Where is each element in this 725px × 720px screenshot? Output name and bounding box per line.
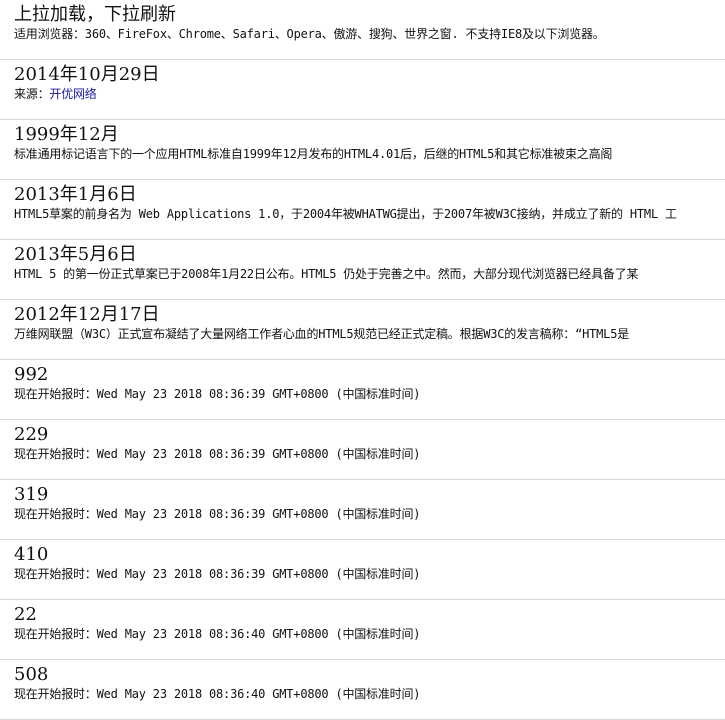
list-item[interactable]: 319 现在开始报时：Wed May 23 2018 08:36:39 GMT+…: [0, 480, 725, 540]
list-item[interactable]: 229 现在开始报时：Wed May 23 2018 08:36:39 GMT+…: [0, 420, 725, 480]
list-item-source: 来源：开优网络: [14, 86, 725, 102]
list-item-title: 2013年5月6日: [14, 244, 137, 265]
list-item-title: 2014年10月29日: [14, 64, 160, 85]
list-item-title: 22: [14, 604, 37, 625]
list-item-title: 992: [14, 364, 49, 385]
list-item-desc: HTML5草案的前身名为 Web Applications 1.0，于2004年…: [14, 207, 677, 221]
list-item[interactable]: 22 现在开始报时：Wed May 23 2018 08:36:40 GMT+0…: [0, 600, 725, 660]
source-label: 来源：: [14, 87, 50, 101]
list-item[interactable]: 2013年5月6日 HTML 5 的第一份正式草案已于2008年1月22日公布。…: [0, 240, 725, 300]
list-item-title: 319: [14, 484, 49, 505]
list-item-desc: 现在开始报时：Wed May 23 2018 08:36:39 GMT+0800…: [14, 447, 421, 461]
list-item[interactable]: 2012年12月17日 万维网联盟（W3C）正式宣布凝结了大量网络工作者心血的H…: [0, 300, 725, 360]
list-item-desc: 现在开始报时：Wed May 23 2018 08:36:39 GMT+0800…: [14, 567, 421, 581]
list-item-desc: 现在开始报时：Wed May 23 2018 08:36:39 GMT+0800…: [14, 387, 421, 401]
list-item-desc: 现在开始报时：Wed May 23 2018 08:36:39 GMT+0800…: [14, 507, 421, 521]
list-item[interactable]: 1999年12月 标准通用标记语言下的一个应用HTML标准自1999年12月发布…: [0, 120, 725, 180]
list-item-desc: 万维网联盟（W3C）正式宣布凝结了大量网络工作者心血的HTML5规范已经正式定稿…: [14, 327, 630, 341]
list-item-desc: 现在开始报时：Wed May 23 2018 08:36:40 GMT+0800…: [14, 627, 421, 641]
browser-support-note: 适用浏览器：360、FireFox、Chrome、Safari、Opera、傲游…: [14, 27, 605, 41]
page-title: 上拉加载，下拉刷新: [14, 4, 176, 25]
list-item-title: 229: [14, 424, 49, 445]
list-item-title: 1999年12月: [14, 124, 119, 145]
list-item-desc: 标准通用标记语言下的一个应用HTML标准自1999年12月发布的HTML4.01…: [14, 147, 613, 161]
list-item[interactable]: 2014年10月29日 来源：开优网络: [0, 60, 725, 120]
list-item-desc: 现在开始报时：Wed May 23 2018 08:36:40 GMT+0800…: [14, 687, 421, 701]
list-header: 上拉加载，下拉刷新 适用浏览器：360、FireFox、Chrome、Safar…: [0, 0, 725, 60]
list-item-title: 2013年1月6日: [14, 184, 137, 205]
list-item-title: 508: [14, 664, 49, 685]
list-item[interactable]: 992 现在开始报时：Wed May 23 2018 08:36:39 GMT+…: [0, 360, 725, 420]
list-item-title: 410: [14, 544, 49, 565]
news-list: 上拉加载，下拉刷新 适用浏览器：360、FireFox、Chrome、Safar…: [0, 0, 725, 720]
list-item-title: 2012年12月17日: [14, 304, 160, 325]
list-item-desc: HTML 5 的第一份正式草案已于2008年1月22日公布。HTML5 仍处于完…: [14, 267, 639, 281]
list-item[interactable]: 2013年1月6日 HTML5草案的前身名为 Web Applications …: [0, 180, 725, 240]
source-link[interactable]: 开优网络: [49, 87, 96, 101]
list-item[interactable]: 508 现在开始报时：Wed May 23 2018 08:36:40 GMT+…: [0, 660, 725, 720]
list-item[interactable]: 410 现在开始报时：Wed May 23 2018 08:36:39 GMT+…: [0, 540, 725, 600]
